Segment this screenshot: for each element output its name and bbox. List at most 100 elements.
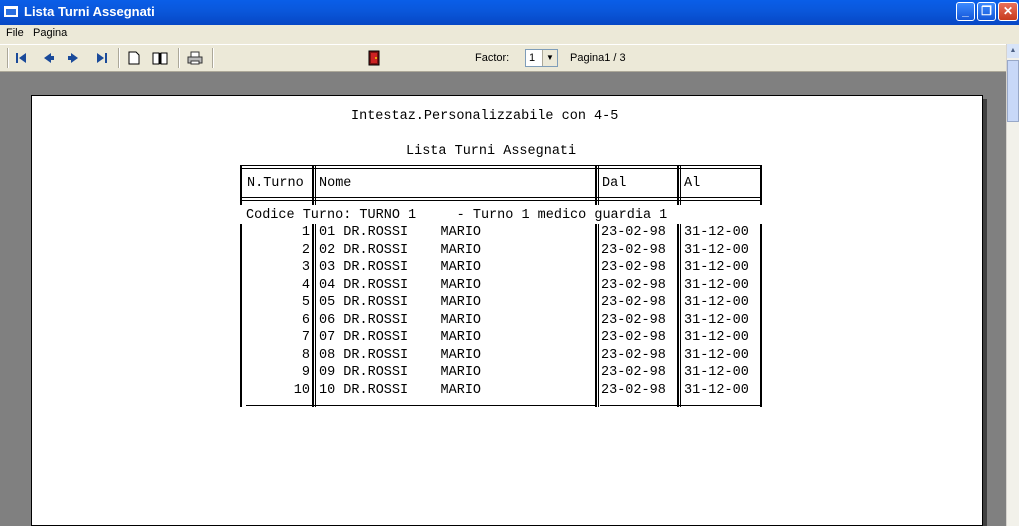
table-cell-nturno: 6 — [301, 312, 310, 328]
table-cell-al: 31-12-00 — [684, 330, 749, 345]
prev-page-icon[interactable] — [38, 49, 58, 67]
column-divider — [312, 165, 314, 205]
column-divider — [312, 224, 314, 407]
toolbar-separator — [212, 48, 214, 68]
table-cell-al: 31-12-00 — [684, 225, 749, 240]
column-divider — [240, 165, 242, 205]
table-cell-nturno: 4 — [301, 277, 310, 293]
first-page-icon[interactable] — [12, 49, 32, 67]
table-cell-nome: 10 DR.ROSSI MARIO — [319, 382, 482, 398]
table-cell-nome: 09 DR.ROSSI MARIO — [319, 365, 482, 380]
column-divider — [760, 224, 762, 407]
table-cell-al: 31-12-00 — [684, 260, 749, 275]
column-divider — [595, 224, 597, 407]
factor-value: 1 — [529, 52, 536, 64]
table-cell-nturno: 5 — [301, 295, 310, 310]
next-page-icon[interactable] — [64, 49, 84, 67]
table-cell-nome: 07 DR.ROSSI MARIO — [319, 330, 482, 345]
table-border — [242, 200, 762, 201]
factor-label: Factor: — [475, 52, 510, 64]
table-cell-dal: 23-02-98 — [601, 225, 666, 240]
column-header-nturno: N.Turno — [247, 176, 304, 191]
table-cell-dal: 23-02-98 — [601, 260, 666, 275]
minimize-button[interactable]: _ — [956, 2, 975, 21]
report-title: Lista Turni Assegnati — [406, 144, 577, 159]
single-page-icon[interactable] — [124, 49, 144, 67]
page-indicator: Pagina1 / 3 — [570, 52, 626, 64]
table-border — [242, 165, 762, 166]
table-cell-dal: 23-02-98 — [601, 347, 666, 363]
table-cell-nturno: 3 — [301, 260, 310, 275]
group-label: Codice Turno: TURNO 1 - Turno 1 medico g… — [246, 208, 668, 223]
last-page-icon[interactable] — [91, 49, 111, 67]
restore-button[interactable]: ❐ — [977, 2, 996, 21]
column-divider — [598, 224, 599, 407]
two-pages-icon[interactable] — [150, 49, 170, 67]
table-border — [242, 168, 762, 169]
chevron-down-icon[interactable]: ▼ — [542, 50, 557, 66]
table-cell-al: 31-12-00 — [684, 295, 749, 310]
title-bar[interactable]: Lista Turni Assegnati _ ❐ ✕ — [0, 0, 1019, 25]
table-border — [246, 405, 596, 406]
column-header-nome: Nome — [319, 176, 352, 191]
table-cell-dal: 23-02-98 — [601, 365, 666, 380]
factor-select[interactable]: 1 ▼ — [525, 49, 558, 67]
report-header: Intestaz.Personalizzabile con 4-5 — [351, 109, 619, 124]
table-cell-nturno: 7 — [301, 330, 310, 345]
table-cell-nome: 03 DR.ROSSI MARIO — [319, 260, 482, 275]
table-cell-nturno: 2 — [301, 242, 310, 258]
column-header-al: Al — [684, 176, 701, 191]
column-divider — [240, 224, 242, 407]
table-cell-dal: 23-02-98 — [601, 330, 666, 345]
table-cell-al: 31-12-00 — [684, 365, 749, 380]
window-title: Lista Turni Assegnati — [24, 4, 155, 19]
table-cell-dal: 23-02-98 — [601, 295, 666, 310]
column-divider — [680, 224, 681, 407]
page-shadow — [983, 99, 987, 526]
column-divider — [760, 165, 762, 205]
table-cell-nturno: 9 — [301, 365, 310, 380]
column-header-dal: Dal — [602, 176, 627, 191]
table-cell-nturno: 8 — [301, 347, 310, 363]
close-button[interactable]: ✕ — [998, 2, 1018, 21]
table-cell-dal: 23-02-98 — [601, 277, 666, 293]
table-border — [242, 197, 762, 198]
menu-file[interactable]: File — [6, 27, 24, 39]
table-cell-al: 31-12-00 — [684, 312, 749, 328]
vertical-scrollbar[interactable]: ▲ — [1006, 44, 1019, 526]
table-cell-al: 31-12-00 — [684, 242, 749, 258]
table-cell-nome: 04 DR.ROSSI MARIO — [319, 277, 482, 293]
column-divider — [315, 165, 316, 205]
menu-pagina[interactable]: Pagina — [33, 27, 67, 39]
table-cell-nturno: 1 — [301, 225, 310, 240]
toolbar-separator — [7, 48, 9, 68]
toolbar-separator — [118, 48, 120, 68]
table-cell-nome: 01 DR.ROSSI MARIO — [319, 225, 482, 240]
table-cell-dal: 23-02-98 — [601, 382, 666, 398]
table-cell-nome: 02 DR.ROSSI MARIO — [319, 242, 482, 258]
print-icon[interactable] — [185, 49, 205, 67]
column-divider — [595, 165, 597, 205]
report-page — [31, 95, 983, 526]
table-cell-dal: 23-02-98 — [601, 312, 666, 328]
table-cell-al: 31-12-00 — [684, 382, 749, 398]
toolbar-separator — [178, 48, 180, 68]
column-divider — [315, 224, 316, 407]
table-cell-al: 31-12-00 — [684, 277, 749, 293]
table-cell-al: 31-12-00 — [684, 347, 749, 363]
table-cell-nome: 08 DR.ROSSI MARIO — [319, 347, 482, 363]
window-icon — [4, 6, 18, 17]
scroll-thumb[interactable] — [1007, 60, 1019, 122]
column-divider — [677, 165, 679, 205]
scroll-up-icon[interactable]: ▲ — [1007, 44, 1019, 58]
table-cell-nome: 05 DR.ROSSI MARIO — [319, 295, 482, 310]
column-divider — [598, 165, 599, 205]
column-divider — [677, 224, 679, 407]
column-divider — [680, 165, 681, 205]
table-cell-nturno: 10 — [293, 382, 310, 398]
table-cell-dal: 23-02-98 — [601, 242, 666, 258]
table-cell-nome: 06 DR.ROSSI MARIO — [319, 312, 482, 328]
menu-bar: File Pagina — [0, 25, 1019, 44]
toolbar: Factor: 1 ▼ Pagina1 / 3 — [0, 44, 1006, 72]
exit-door-icon[interactable] — [364, 49, 384, 67]
